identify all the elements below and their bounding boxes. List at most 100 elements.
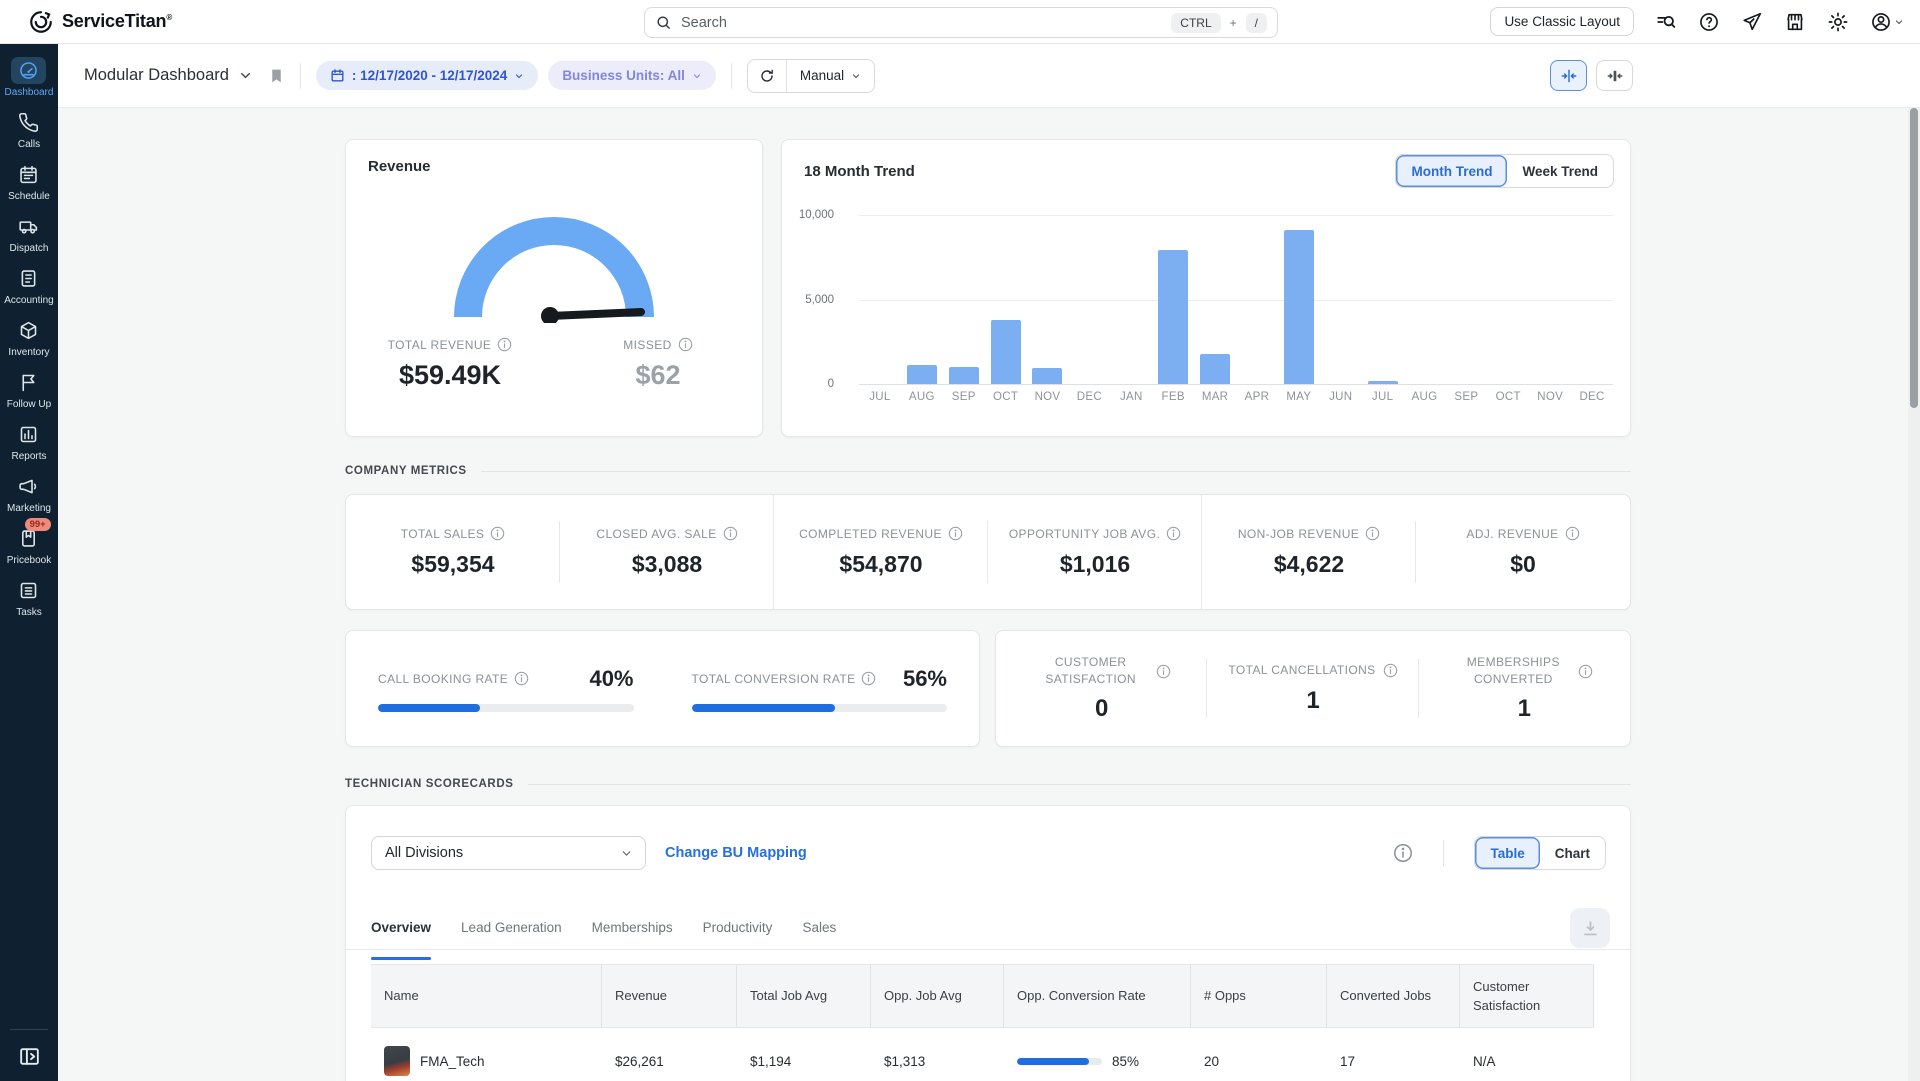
scorecards-tabs: Overview Lead Generation Memberships Produc… (346, 912, 1630, 950)
info-icon[interactable] (723, 526, 738, 541)
info-icon[interactable] (514, 671, 529, 686)
date-range-filter[interactable]: : 12/17/2020 - 12/17/2024 (316, 61, 538, 90)
help-icon[interactable] (1698, 11, 1720, 33)
tab-productivity[interactable]: Productivity (703, 918, 773, 949)
total-revenue-value: $59.49K (399, 360, 501, 391)
account-menu[interactable] (1870, 11, 1904, 33)
info-icon[interactable] (678, 337, 693, 352)
counter-label: MEMBERSHIPS CONVERTED (1455, 654, 1571, 689)
trend-bar-oct-3 (991, 320, 1021, 384)
metric-value: $59,354 (411, 551, 494, 578)
expand-columns-button[interactable] (1596, 60, 1633, 91)
tab-sales[interactable]: Sales (802, 918, 836, 949)
revenue-stats: TOTAL REVENUE $59.49K MISSED $62 (346, 337, 762, 391)
dashboard-toolbar: Modular Dashboard : 12/17/2020 - 12/17/2… (58, 44, 1920, 108)
date-range-value: : 12/17/2020 - 12/17/2024 (352, 68, 507, 83)
info-icon[interactable] (497, 337, 512, 352)
sidebar-item-schedule[interactable]: Schedule (4, 161, 53, 202)
info-icon[interactable] (1578, 664, 1593, 679)
info-icon[interactable] (948, 526, 963, 541)
chevron-down-icon (239, 69, 252, 82)
info-icon[interactable] (1393, 843, 1413, 863)
metric-value: $3,088 (632, 551, 702, 578)
info-icon[interactable] (1156, 664, 1171, 679)
table-row-fma-tech[interactable]: FMA_Tech$26,261$1,194$1,31385%2017N/A (371, 1028, 1594, 1081)
advanced-search-icon[interactable] (1655, 11, 1677, 33)
chevron-down-icon (514, 71, 524, 81)
page-scrollbar[interactable] (1908, 108, 1920, 1081)
collapse-columns-button[interactable] (1550, 60, 1587, 91)
bookmark-icon[interactable] (268, 66, 285, 86)
dashboard-selector[interactable]: Modular Dashboard (84, 66, 252, 85)
table-view-tab[interactable]: Table (1475, 837, 1539, 869)
info-icon[interactable] (1383, 663, 1398, 678)
dashboard-content: Revenue TOTAL REVENUE $59.49K (58, 108, 1920, 1081)
followup-icon (11, 369, 46, 396)
info-icon[interactable] (861, 671, 876, 686)
column-header-opp-conversion-rate[interactable]: Opp. Conversion Rate (1004, 965, 1191, 1027)
sidebar-item-tasks[interactable]: Tasks (4, 577, 53, 618)
whats-new-rocket-icon[interactable] (1741, 11, 1763, 33)
change-bu-mapping-link[interactable]: Change BU Mapping (665, 845, 807, 861)
x-axis-label: SEP (1454, 391, 1478, 403)
info-icon[interactable] (490, 526, 505, 541)
sidebar-item-calls[interactable]: Calls (4, 109, 53, 150)
column-header-opps[interactable]: # Opps (1191, 965, 1327, 1027)
x-axis-label: FEB (1162, 391, 1185, 403)
refresh-button[interactable] (748, 60, 787, 92)
missed-label: MISSED (623, 338, 671, 352)
info-icon[interactable] (1365, 526, 1380, 541)
cell-customer-satisfaction: N/A (1460, 1054, 1594, 1069)
tab-memberships[interactable]: Memberships (592, 918, 673, 949)
sidebar-item-follow-up[interactable]: Follow Up (4, 369, 53, 410)
sidebar-item-label: Tasks (16, 607, 42, 618)
download-button[interactable] (1570, 908, 1610, 948)
trend-bar-may-10 (1284, 230, 1314, 384)
cell-value: $1,194 (750, 1054, 791, 1069)
sidebar-item-inventory[interactable]: Inventory (4, 317, 53, 358)
info-icon[interactable] (1565, 526, 1580, 541)
y-axis: 10,000 5,000 0 (782, 215, 844, 384)
sidebar-item-pricebook[interactable]: 99+Pricebook (4, 525, 53, 566)
sidebar-item-marketing[interactable]: Marketing (4, 473, 53, 514)
reports-icon (11, 421, 46, 448)
global-search[interactable]: CTRL + / (644, 7, 1278, 38)
column-header-name[interactable]: Name (371, 965, 602, 1027)
sidebar-item-reports[interactable]: Reports (4, 421, 53, 462)
division-filter-select[interactable]: All Divisions (371, 836, 646, 870)
rate-progress-track (692, 704, 948, 712)
sidebar-item-dashboard[interactable]: Dashboard (4, 57, 53, 98)
business-units-filter[interactable]: Business Units: All (548, 61, 716, 90)
rate-value: 40% (589, 666, 633, 692)
chart-view-tab[interactable]: Chart (1540, 837, 1605, 869)
settings-gear-icon[interactable] (1827, 11, 1849, 33)
metric-value: $4,622 (1274, 551, 1344, 578)
week-trend-tab[interactable]: Week Trend (1507, 155, 1613, 187)
calls-icon (11, 109, 46, 136)
column-header-opp-job-avg[interactable]: Opp. Job Avg (871, 965, 1004, 1027)
download-icon (1581, 919, 1600, 938)
page-scrollbar-thumb[interactable] (1910, 108, 1918, 408)
servicetitan-logo[interactable]: ServiceTitan® (28, 9, 172, 35)
trend-bar-aug-1 (907, 365, 937, 384)
refresh-mode-select[interactable]: Manual (787, 68, 874, 83)
sidebar-item-dispatch[interactable]: Dispatch (4, 213, 53, 254)
column-header-converted-jobs[interactable]: Converted Jobs (1327, 965, 1460, 1027)
column-header-customer-satisfaction[interactable]: Customer Satisfaction (1460, 965, 1594, 1027)
month-trend-tab[interactable]: Month Trend (1396, 155, 1507, 187)
tab-lead-generation[interactable]: Lead Generation (461, 918, 562, 949)
column-header-revenue[interactable]: Revenue (602, 965, 737, 1027)
cell-opp-job-avg: $1,313 (871, 1054, 1004, 1069)
sidebar-item-label: Dispatch (10, 243, 49, 254)
use-classic-layout-button[interactable]: Use Classic Layout (1490, 7, 1634, 36)
info-icon[interactable] (1166, 526, 1181, 541)
sidebar-expand-icon[interactable] (17, 1044, 42, 1069)
metric-label: TOTAL SALES (401, 527, 485, 541)
sidebar-item-accounting[interactable]: Accounting (4, 265, 53, 306)
marketplace-icon[interactable] (1784, 11, 1806, 33)
search-input[interactable] (681, 15, 1162, 31)
topbar: ServiceTitan® CTRL + / Use Classic Layou… (0, 0, 1920, 44)
y-axis-label: 0 (828, 378, 834, 390)
tab-overview[interactable]: Overview (371, 918, 431, 949)
column-header-total-job-avg[interactable]: Total Job Avg (737, 965, 871, 1027)
